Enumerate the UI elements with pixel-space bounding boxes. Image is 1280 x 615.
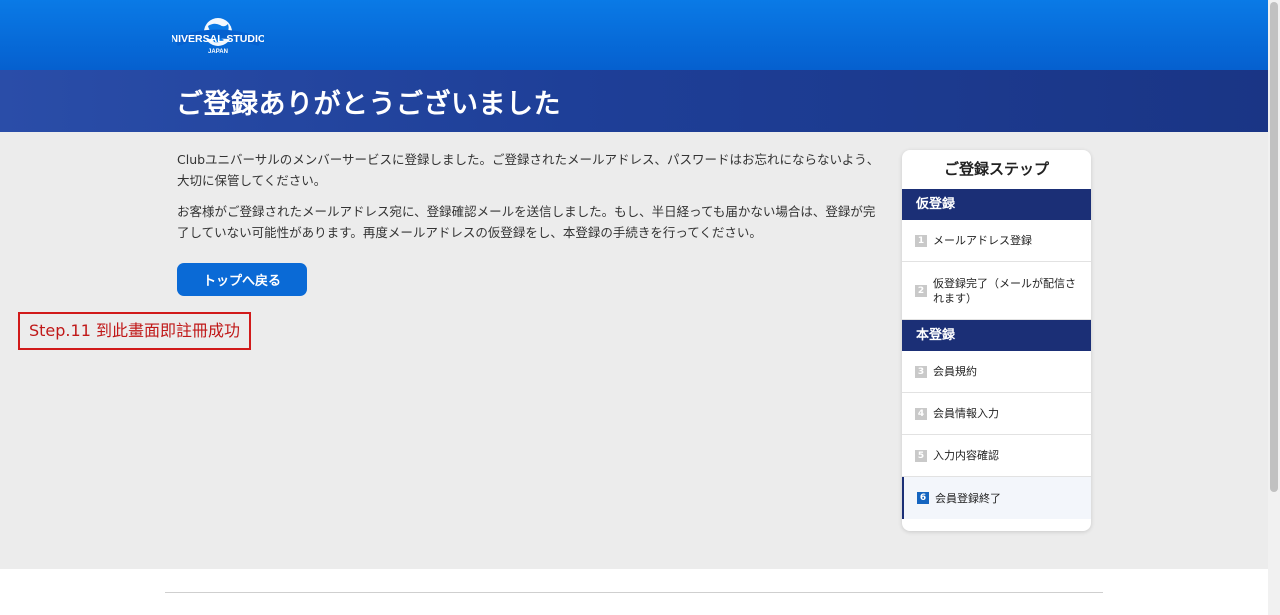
logo-subtext: JAPAN bbox=[208, 49, 228, 55]
confirmation-mail-message: お客様がご登録されたメールアドレス宛に、登録確認メールを送信しました。もし、半日… bbox=[177, 204, 876, 240]
step-number: 4 bbox=[915, 407, 927, 420]
step-number: 5 bbox=[915, 449, 927, 462]
registration-steps-panel: ご登録ステップ 仮登録 1 メールアドレス登録 2 仮登録完了（メールが配信され… bbox=[902, 150, 1091, 531]
steps-title: ご登録ステップ bbox=[943, 160, 1049, 178]
step-item-current: 6 会員登録終了 bbox=[902, 477, 1091, 519]
step-item: 3 会員規約 bbox=[902, 351, 1091, 393]
main-content: Clubユニバーサルのメンバーサービスに登録しました。ご登録されたメールアドレス… bbox=[177, 149, 885, 253]
step-label: 仮登録完了（メールが配信されます） bbox=[933, 276, 1076, 305]
universal-studios-logo[interactable]: UNIVERSAL STUDIOS JAPAN bbox=[172, 12, 264, 58]
steps-group-provisional: 仮登録 bbox=[902, 189, 1091, 220]
page-scrollbar[interactable] bbox=[1268, 0, 1280, 615]
page-title-banner: ご登録ありがとうございました bbox=[0, 70, 1268, 132]
site-header: UNIVERSAL STUDIOS JAPAN bbox=[0, 0, 1268, 70]
step-label: 会員情報入力 bbox=[933, 407, 999, 420]
step-label: メールアドレス登録 bbox=[933, 234, 1032, 247]
step-item: 5 入力内容確認 bbox=[902, 435, 1091, 477]
step-number: 6 bbox=[917, 492, 929, 504]
logo-text: UNIVERSAL STUDIOS bbox=[172, 33, 264, 45]
step-annotation: Step.11 到此畫面即註冊成功 bbox=[18, 312, 251, 350]
step-number: 3 bbox=[915, 365, 927, 378]
footer-divider bbox=[165, 592, 1103, 593]
universal-studios-globe-logo-icon: UNIVERSAL STUDIOS JAPAN bbox=[172, 18, 264, 55]
step-label: 会員規約 bbox=[933, 365, 977, 378]
step-number: 2 bbox=[915, 284, 927, 297]
registration-message: Clubユニバーサルのメンバーサービスに登録しました。ご登録されたメールアドレス… bbox=[177, 152, 880, 188]
step-item: 4 会員情報入力 bbox=[902, 393, 1091, 435]
page-title: ご登録ありがとうございました bbox=[176, 89, 561, 120]
steps-group-full: 本登録 bbox=[902, 320, 1091, 351]
step-label: 入力内容確認 bbox=[933, 449, 999, 462]
step-number: 1 bbox=[915, 234, 927, 247]
step-item: 1 メールアドレス登録 bbox=[902, 220, 1091, 262]
back-to-top-button[interactable]: トップへ戻る bbox=[177, 263, 307, 296]
scrollbar-thumb[interactable] bbox=[1270, 2, 1278, 492]
footer bbox=[0, 569, 1268, 615]
step-item: 2 仮登録完了（メールが配信されます） bbox=[902, 262, 1091, 320]
step-label: 会員登録終了 bbox=[935, 491, 1001, 505]
